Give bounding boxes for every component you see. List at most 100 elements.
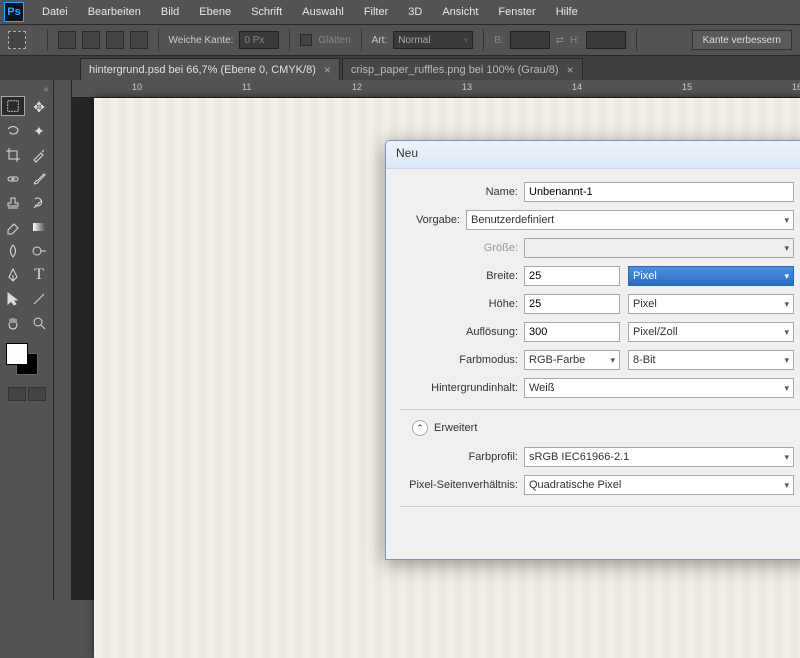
hoehe-input-opt [586, 31, 626, 49]
divider [636, 29, 637, 51]
tab-hintergrund[interactable]: hintergrund.psd bei 66,7% (Ebene 0, CMYK… [80, 58, 340, 80]
ruler-tick: 14 [572, 82, 582, 92]
vorgabe-label: Vorgabe: [386, 214, 466, 226]
menu-filter[interactable]: Filter [354, 6, 398, 18]
menu-ebene[interactable]: Ebene [189, 6, 241, 18]
document-tabbar: hintergrund.psd bei 66,7% (Ebene 0, CMYK… [0, 56, 800, 80]
menubar: Ps Datei Bearbeiten Bild Ebene Schrift A… [0, 0, 800, 24]
dialog-title: Neu [386, 141, 800, 169]
breite-label: Breite: [386, 270, 524, 282]
ruler-tick: 12 [352, 82, 362, 92]
tab-label: crisp_paper_ruffles.png bei 100% (Grau/8… [351, 64, 559, 76]
divider [47, 29, 48, 51]
color-swatches[interactable] [4, 343, 49, 379]
type-tool-icon[interactable]: T [27, 264, 51, 286]
chevron-down-icon[interactable]: ▾ [32, 35, 37, 46]
toolbox: « ✥ ✦ T [0, 80, 54, 600]
selection-intersect-icon[interactable] [130, 31, 148, 49]
erweitert-toggle-icon[interactable]: ⌃ [412, 420, 428, 436]
blur-tool-icon[interactable] [1, 240, 25, 262]
screenmode-icon[interactable] [28, 387, 46, 401]
pen-tool-icon[interactable] [1, 264, 25, 286]
ruler-tick: 13 [462, 82, 472, 92]
pixel-seitenverhaeltnis-label: Pixel-Seitenverhältnis: [386, 479, 524, 491]
menu-ansicht[interactable]: Ansicht [432, 6, 488, 18]
path-select-tool-icon[interactable] [1, 288, 25, 310]
stamp-tool-icon[interactable] [1, 192, 25, 214]
history-brush-tool-icon[interactable] [27, 192, 51, 214]
farbtiefe-select[interactable]: 8-Bit▾ [628, 350, 794, 370]
lasso-tool-icon[interactable] [1, 120, 25, 142]
ruler-tick: 15 [682, 82, 692, 92]
name-label: Name: [386, 186, 524, 198]
foreground-color-swatch[interactable] [6, 343, 28, 365]
divider [483, 29, 484, 51]
menu-3d[interactable]: 3D [398, 6, 432, 18]
weiche-kante-input[interactable] [239, 31, 279, 49]
glaetten-checkbox [300, 34, 312, 46]
separator [400, 409, 800, 410]
hintergrundinhalt-label: Hintergrundinhalt: [386, 382, 524, 394]
hoehe-unit-select[interactable]: Pixel▾ [628, 294, 794, 314]
erweitert-label: Erweitert [434, 422, 477, 434]
farbmodus-select[interactable]: RGB-Farbe▾ [524, 350, 620, 370]
selection-new-icon[interactable] [58, 31, 76, 49]
farbprofil-label: Farbprofil: [386, 451, 524, 463]
heal-tool-icon[interactable] [1, 168, 25, 190]
farbprofil-select[interactable]: sRGB IEC61966-2.1▾ [524, 447, 794, 467]
tab-crisp-paper[interactable]: crisp_paper_ruffles.png bei 100% (Grau/8… [342, 58, 583, 80]
menu-fenster[interactable]: Fenster [488, 6, 545, 18]
marquee-preset-icon[interactable] [8, 31, 26, 49]
move-tool-icon[interactable]: ✥ [27, 96, 51, 118]
selection-add-icon[interactable] [82, 31, 100, 49]
name-input[interactable] [524, 182, 794, 202]
menu-bearbeiten[interactable]: Bearbeiten [78, 6, 151, 18]
vorgabe-select[interactable]: Benutzerdefiniert▾ [466, 210, 794, 230]
divider [361, 29, 362, 51]
close-icon[interactable]: × [567, 63, 574, 77]
separator [400, 506, 800, 507]
kante-verbessern-button[interactable]: Kante verbessern [692, 30, 792, 50]
hintergrundinhalt-select[interactable]: Weiß▾ [524, 378, 794, 398]
close-icon[interactable]: × [324, 63, 331, 77]
menu-datei[interactable]: Datei [32, 6, 78, 18]
art-select[interactable]: Normal▾ [393, 31, 473, 49]
aufloesung-unit-select[interactable]: Pixel/Zoll▾ [628, 322, 794, 342]
menu-auswahl[interactable]: Auswahl [292, 6, 354, 18]
hoehe-label-opt: H: [570, 35, 580, 46]
breite-unit-select[interactable]: Pixel▾ [628, 266, 794, 286]
line-tool-icon[interactable] [27, 288, 51, 310]
divider [289, 29, 290, 51]
menu-bild[interactable]: Bild [151, 6, 189, 18]
app-logo: Ps [4, 2, 24, 22]
hoehe-input[interactable] [524, 294, 620, 314]
breite-label-opt: B: [494, 35, 503, 46]
marquee-tool-icon[interactable] [1, 96, 25, 116]
dodge-tool-icon[interactable] [27, 240, 51, 262]
weiche-kante-label: Weiche Kante: [169, 35, 234, 46]
magic-wand-tool-icon[interactable]: ✦ [27, 120, 51, 142]
selection-subtract-icon[interactable] [106, 31, 124, 49]
eraser-tool-icon[interactable] [1, 216, 25, 238]
aufloesung-input[interactable] [524, 322, 620, 342]
options-bar: ▾ Weiche Kante: Glätten Art: Normal▾ B: … [0, 24, 800, 56]
menu-schrift[interactable]: Schrift [241, 6, 292, 18]
zoom-tool-icon[interactable] [27, 312, 51, 334]
toolbox-collapse-icon[interactable]: « [0, 84, 53, 95]
menu-hilfe[interactable]: Hilfe [546, 6, 588, 18]
pixel-seitenverhaeltnis-select[interactable]: Quadratische Pixel▾ [524, 475, 794, 495]
crop-tool-icon[interactable] [1, 144, 25, 166]
brush-tool-icon[interactable] [27, 168, 51, 190]
aufloesung-label: Auflösung: [386, 326, 524, 338]
divider [158, 29, 159, 51]
gradient-tool-icon[interactable] [27, 216, 51, 238]
quickmask-icon[interactable] [8, 387, 26, 401]
eyedropper-tool-icon[interactable] [27, 144, 51, 166]
hand-tool-icon[interactable] [1, 312, 25, 334]
glaetten-label: Glätten [318, 35, 350, 46]
ruler-tick: 11 [242, 82, 251, 92]
groesse-select: ▾ [524, 238, 794, 258]
swap-icon: ⇄ [556, 35, 564, 46]
ruler-tick: 10 [132, 82, 142, 92]
breite-input[interactable] [524, 266, 620, 286]
